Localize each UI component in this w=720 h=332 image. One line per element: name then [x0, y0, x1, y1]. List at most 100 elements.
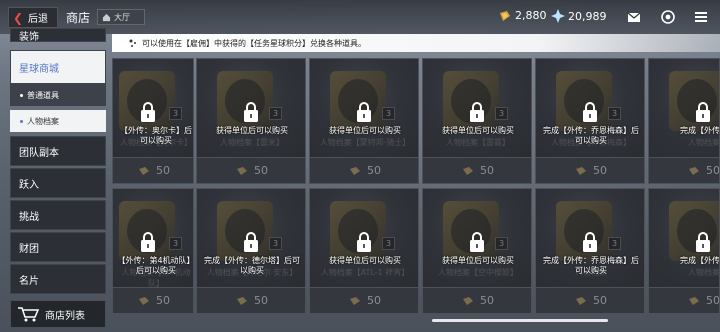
- sidebar-subitem-label: 人物档案: [27, 116, 59, 126]
- point-coin-icon: [688, 296, 700, 306]
- page-title: 商店: [66, 11, 91, 25]
- item-card[interactable]: 3人物档案【第4机动队】【外传：第4机动队】后可以购买50: [112, 188, 194, 314]
- shop-list-button[interactable]: 商店列表: [10, 300, 106, 328]
- sidebar-item-team-raid[interactable]: 团队副本: [10, 136, 106, 166]
- bullet-icon: [20, 93, 23, 97]
- unlock-requirement: 获得单位后可以购买: [329, 126, 401, 135]
- sidebar-item-label: 名片: [19, 275, 39, 287]
- sidebar-subitem-normal-items[interactable]: 普通道具: [10, 84, 106, 106]
- unlock-requirement: 获得单位后可以购买: [216, 126, 288, 135]
- lock-icon: [242, 231, 260, 253]
- sidebar-item-label: 装饰: [19, 31, 39, 43]
- price-tag: 50: [310, 157, 418, 183]
- mail-icon[interactable]: [627, 10, 641, 24]
- unlock-requirement: 完成【外传：德尔塔】后可以购买: [204, 256, 300, 275]
- sidebar-subitem-character-files[interactable]: 人物档案: [10, 110, 106, 132]
- unlock-requirement: 完成【外传：乔恩梅森】后可以购买: [543, 126, 639, 145]
- price-value: 50: [480, 294, 494, 307]
- unlock-requirement: 获得单位后可以购买: [442, 256, 514, 265]
- gold-currency: 2,880: [498, 9, 547, 22]
- point-coin-icon: [349, 166, 361, 176]
- lock-icon: [355, 101, 373, 123]
- price-value: 50: [593, 164, 607, 177]
- settings-icon[interactable]: [661, 10, 675, 24]
- bullet-icon: [20, 119, 23, 123]
- item-card[interactable]: 3人物档案完成【外传：50: [648, 58, 720, 184]
- item-card[interactable]: 3人物档案【奥尔卡】【外传：奥尔卡】后可以购买50: [112, 58, 194, 184]
- point-coin-icon: [138, 166, 150, 176]
- back-arrow-icon: ❮: [13, 10, 24, 25]
- point-coin-icon: [138, 296, 150, 306]
- sidebar-item-label: 星球商城: [19, 63, 59, 75]
- menu-icon[interactable]: [694, 10, 708, 24]
- price-tag: 50: [113, 287, 193, 313]
- unlock-requirement: 完成【外传：乔恩梅森】后可以购买: [543, 256, 639, 275]
- item-card[interactable]: 3人物档案【丹尼尔·安东】完成【外传：德尔塔】后可以购买50: [196, 188, 306, 314]
- sidebar-item-label: 挑战: [19, 211, 39, 223]
- price-tag: 50: [423, 157, 531, 183]
- sidebar-item-label: 财团: [19, 243, 39, 255]
- point-coin-icon: [575, 296, 587, 306]
- sidebar-item-consortium[interactable]: 财团: [10, 232, 106, 262]
- lock-icon: [355, 231, 373, 253]
- item-card[interactable]: 3人物档案【雷霆】获得单位后可以购买50: [422, 58, 532, 184]
- sidebar-item-planet-shop[interactable]: 星球商城: [10, 50, 106, 84]
- lock-icon: [139, 101, 157, 123]
- point-coin-icon: [236, 296, 248, 306]
- sidebar-subitem-label: 普通道具: [27, 90, 59, 100]
- price-tag: 50: [197, 287, 305, 313]
- hall-label: 大厅: [114, 12, 130, 22]
- price-value: 50: [367, 294, 381, 307]
- sidebar-item-decoration[interactable]: 装饰: [10, 28, 106, 43]
- gem-currency: 20,989: [551, 9, 607, 23]
- point-coin-icon: [688, 166, 700, 176]
- hall-button[interactable]: 大厅: [97, 9, 145, 25]
- sidebar-item-business-card[interactable]: 名片: [10, 264, 106, 294]
- price-tag: 50: [649, 157, 720, 183]
- point-coin-icon: [236, 166, 248, 176]
- item-card[interactable]: 3人物档案【ATL-1 祥宵】获得单位后可以购买50: [309, 188, 419, 314]
- sidebar-item-leap[interactable]: 跃入: [10, 168, 106, 198]
- sidebar-item-label: 团队副本: [19, 147, 59, 159]
- shop-list-label: 商店列表: [45, 310, 85, 322]
- price-value: 50: [367, 164, 381, 177]
- price-value: 50: [706, 294, 720, 307]
- sidebar-item-challenge[interactable]: 挑战: [10, 200, 106, 230]
- back-button[interactable]: ❮ 后退: [8, 7, 58, 28]
- price-value: 50: [706, 164, 720, 177]
- top-bar: ❮ 后退 商店 大厅 2,880 20,989: [0, 0, 720, 34]
- item-card[interactable]: 3人物档案【蒙特邦·骑士】获得单位后可以购买50: [309, 58, 419, 184]
- unlock-requirement: 完成【外传：: [680, 256, 720, 265]
- home-icon: [102, 13, 111, 21]
- item-card[interactable]: 3人物档案【乔恩梅森】完成【外传：乔恩梅森】后可以购买50: [535, 58, 645, 184]
- gold-amount: 2,880: [515, 9, 547, 22]
- price-value: 50: [254, 294, 268, 307]
- lock-icon: [694, 101, 712, 123]
- item-card[interactable]: 3人物档案完成【外传：乔恩梅森】后可以购买50: [535, 188, 645, 314]
- price-tag: 50: [310, 287, 418, 313]
- notice-text: 可以使用在【雇佣】中获得的【任务星球积分】兑换各种道具。: [142, 38, 366, 48]
- item-card[interactable]: 3人物档案【空中樱姬】获得单位后可以购买50: [422, 188, 532, 314]
- gem-amount: 20,989: [568, 9, 607, 23]
- price-value: 50: [593, 294, 607, 307]
- unlock-requirement: 获得单位后可以购买: [442, 126, 514, 135]
- price-value: 50: [254, 164, 268, 177]
- horizontal-scrollbar[interactable]: [432, 319, 608, 322]
- gold-coin-icon: [500, 10, 510, 21]
- point-coin-icon: [462, 296, 474, 306]
- item-card[interactable]: 3人物档案完成【外传：50: [648, 188, 720, 314]
- gem-icon: [551, 9, 565, 23]
- sidebar-item-label: 跃入: [19, 179, 39, 191]
- lock-icon: [468, 101, 486, 123]
- unlock-requirement: 【外传：第4机动队】后可以购买: [117, 256, 194, 275]
- notice-bar: 可以使用在【雇佣】中获得的【任务星球积分】兑换各种道具。: [112, 34, 720, 52]
- price-value: 50: [156, 164, 170, 177]
- cart-icon: [18, 307, 39, 322]
- lock-icon: [694, 231, 712, 253]
- price-value: 50: [156, 294, 170, 307]
- lock-icon: [468, 231, 486, 253]
- item-card[interactable]: 3人物档案【雷米】获得单位后可以购买50: [196, 58, 306, 184]
- unlock-requirement: 完成【外传：: [680, 126, 720, 135]
- sidebar: 装饰 星球商城 普通道具 人物档案 团队副本 跃入 挑战 财团 名片 商店列表: [0, 28, 108, 332]
- lock-icon: [581, 101, 599, 123]
